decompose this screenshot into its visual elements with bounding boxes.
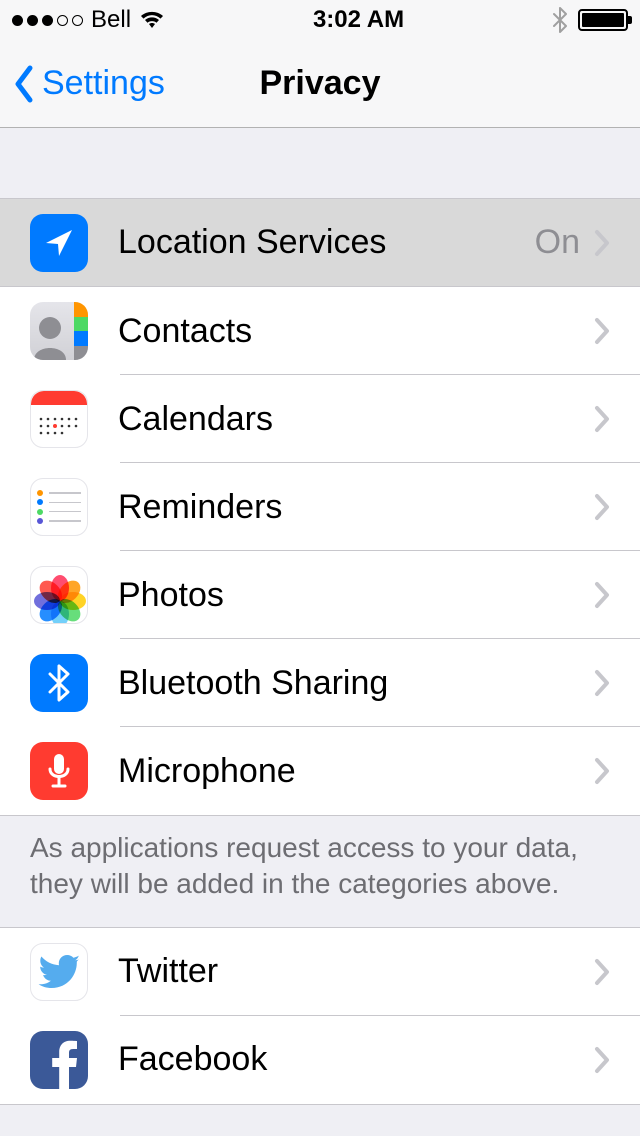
- status-right: [552, 7, 628, 33]
- chevron-right-icon: [594, 229, 610, 257]
- row-microphone[interactable]: Microphone: [0, 727, 640, 815]
- chevron-right-icon: [594, 757, 610, 785]
- row-location-services[interactable]: Location Services On: [0, 199, 640, 287]
- facebook-icon: [30, 1031, 88, 1089]
- row-label: Microphone: [118, 752, 594, 791]
- battery-icon: [578, 9, 628, 31]
- row-reminders[interactable]: Reminders: [0, 463, 640, 551]
- row-facebook[interactable]: Facebook: [0, 1016, 640, 1104]
- photos-icon: [30, 566, 88, 624]
- row-bluetooth-sharing[interactable]: Bluetooth Sharing: [0, 639, 640, 727]
- chevron-right-icon: [594, 581, 610, 609]
- microphone-icon: [30, 742, 88, 800]
- status-left: Bell: [12, 6, 165, 34]
- status-bar: Bell 3:02 AM: [0, 0, 640, 40]
- row-label: Location Services: [118, 223, 535, 262]
- status-time: 3:02 AM: [313, 6, 404, 34]
- row-label: Calendars: [118, 400, 594, 439]
- row-calendars[interactable]: Calendars: [0, 375, 640, 463]
- row-label: Contacts: [118, 312, 594, 351]
- section-spacer: [0, 128, 640, 198]
- carrier-label: Bell: [91, 6, 131, 34]
- nav-bar: Settings Privacy: [0, 40, 640, 128]
- bluetooth-status-icon: [552, 7, 568, 33]
- chevron-right-icon: [594, 493, 610, 521]
- contacts-icon: [30, 302, 88, 360]
- section-footer: As applications request access to your d…: [0, 816, 640, 927]
- row-value: On: [535, 223, 580, 262]
- row-photos[interactable]: Photos: [0, 551, 640, 639]
- calendar-icon: [30, 390, 88, 448]
- row-label: Twitter: [118, 952, 594, 991]
- row-label: Facebook: [118, 1040, 594, 1079]
- privacy-group-1: Location Services On Contacts Calendars: [0, 198, 640, 816]
- chevron-right-icon: [594, 958, 610, 986]
- row-contacts[interactable]: Contacts: [0, 287, 640, 375]
- reminders-icon: [30, 478, 88, 536]
- chevron-right-icon: [594, 317, 610, 345]
- privacy-group-2: Twitter Facebook: [0, 927, 640, 1105]
- chevron-right-icon: [594, 405, 610, 433]
- back-label: Settings: [42, 64, 165, 103]
- row-label: Reminders: [118, 488, 594, 527]
- chevron-right-icon: [594, 1046, 610, 1074]
- twitter-icon: [30, 943, 88, 1001]
- wifi-icon: [139, 10, 165, 30]
- row-label: Photos: [118, 576, 594, 615]
- chevron-left-icon: [12, 64, 36, 104]
- row-twitter[interactable]: Twitter: [0, 928, 640, 1016]
- chevron-right-icon: [594, 669, 610, 697]
- location-icon: [30, 214, 88, 272]
- signal-strength-icon: [12, 15, 83, 26]
- bluetooth-icon: [30, 654, 88, 712]
- row-label: Bluetooth Sharing: [118, 664, 594, 703]
- back-button[interactable]: Settings: [0, 64, 165, 104]
